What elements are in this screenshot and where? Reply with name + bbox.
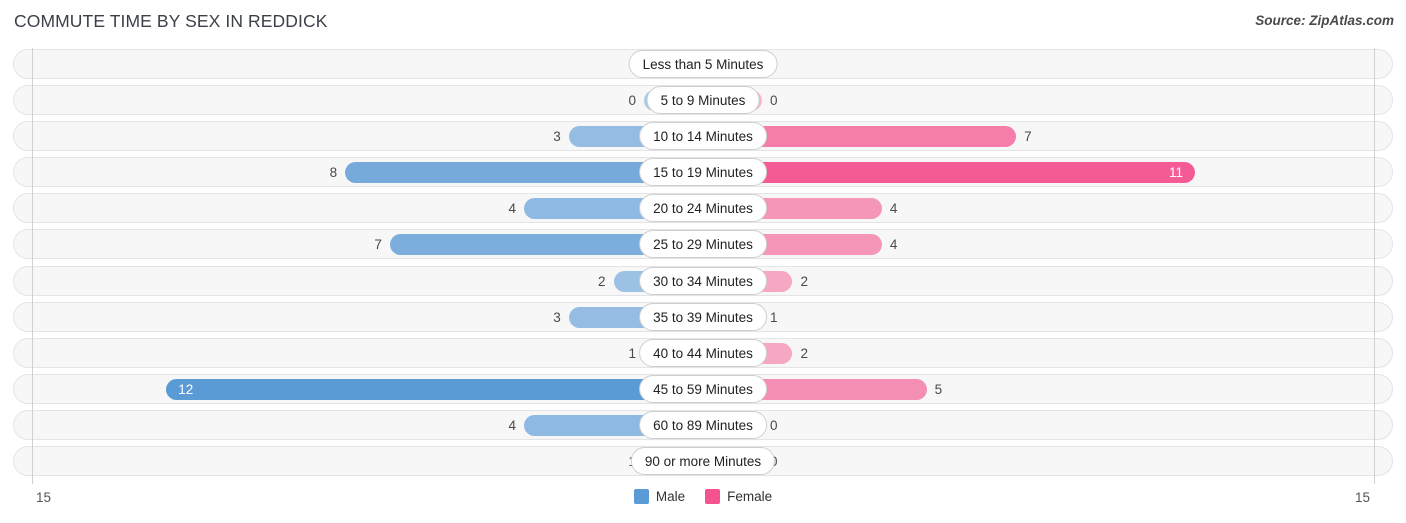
value-label-female: 4: [889, 201, 898, 217]
chart-row: 8 11 15 to 19 Minutes: [0, 154, 1406, 190]
category-label: 5 to 9 Minutes: [646, 86, 760, 115]
legend-swatch-female-icon: [705, 489, 721, 504]
value-label-female: 5: [934, 381, 943, 397]
value-label-male: 8: [329, 165, 338, 181]
legend-item-female[interactable]: Female: [705, 489, 772, 504]
chart-row: 3 1 35 to 39 Minutes: [0, 299, 1406, 335]
axis-line-left: [32, 48, 33, 484]
category-label: 20 to 24 Minutes: [639, 194, 767, 223]
category-label: 40 to 44 Minutes: [639, 338, 767, 367]
bar-male[interactable]: [166, 378, 703, 400]
category-label: 30 to 34 Minutes: [639, 266, 767, 295]
category-label: 10 to 14 Minutes: [639, 122, 767, 151]
value-label-male: 3: [553, 129, 561, 145]
legend-label-male: Male: [655, 489, 686, 504]
chart-row: 3 7 10 to 14 Minutes: [0, 118, 1406, 154]
value-label-male: 2: [598, 273, 606, 289]
page-title: COMMUTE TIME BY SEX IN REDDICK: [14, 11, 328, 31]
chart-row: 4 4 20 to 24 Minutes: [0, 190, 1406, 226]
category-label: 60 to 89 Minutes: [639, 410, 767, 439]
value-label-female: 11: [1169, 165, 1184, 181]
chart-row: 7 4 25 to 29 Minutes: [0, 226, 1406, 262]
chart-row: 12 5 45 to 59 Minutes: [0, 371, 1406, 407]
value-label-male: 1: [628, 345, 636, 361]
value-label-female: 1: [770, 309, 778, 325]
category-label: 45 to 59 Minutes: [639, 374, 767, 403]
chart-header: COMMUTE TIME BY SEX IN REDDICK Source: Z…: [0, 0, 1406, 46]
value-label-female: 4: [889, 237, 898, 253]
value-label-female: 7: [1024, 129, 1032, 145]
value-label-male: 3: [553, 309, 561, 325]
chart-row: 00Less than 5 Minutes: [0, 46, 1406, 82]
category-label: 25 to 29 Minutes: [639, 230, 767, 259]
axis-line-right: [1374, 48, 1375, 484]
legend-label-female: Female: [727, 489, 773, 504]
value-label-male: 0: [628, 93, 636, 109]
value-label-female: 0: [770, 451, 810, 472]
chart-row: 2 2 30 to 34 Minutes: [0, 263, 1406, 299]
chart-footer: 15 15 Male Female: [0, 486, 1406, 523]
category-label: Less than 5 Minutes: [628, 50, 778, 78]
category-label: 90 or more Minutes: [630, 447, 776, 476]
source-attribution: Source: ZipAtlas.com: [1255, 13, 1394, 28]
legend-item-male[interactable]: Male: [633, 489, 686, 504]
chart-legend: Male Female: [0, 489, 1406, 504]
value-label-male: 4: [508, 417, 517, 433]
chart-rows: 00Less than 5 Minutes005 to 9 Minutes371…: [0, 46, 1406, 479]
value-label-male: 4: [508, 201, 517, 217]
category-label: 35 to 39 Minutes: [639, 302, 767, 331]
category-label: 15 to 19 Minutes: [639, 158, 767, 187]
value-label-male: 7: [374, 237, 382, 253]
commute-time-chart: COMMUTE TIME BY SEX IN REDDICK Source: Z…: [0, 0, 1406, 523]
value-label-female: 0: [770, 417, 778, 433]
chart-row: 1090 or more Minutes: [0, 443, 1406, 479]
value-label-female: 2: [800, 273, 808, 289]
chart-row: 4 0 60 to 89 Minutes: [0, 407, 1406, 443]
chart-row: 1 2 40 to 44 Minutes: [0, 335, 1406, 371]
chart-row: 0 0 5 to 9 Minutes: [0, 82, 1406, 118]
legend-swatch-male-icon: [633, 489, 649, 504]
value-label-female: 0: [770, 93, 778, 109]
bar-female[interactable]: [703, 162, 1196, 184]
chart-plot-area: 00Less than 5 Minutes005 to 9 Minutes371…: [0, 46, 1406, 486]
value-label-male: 12: [178, 381, 194, 397]
value-label-female: 2: [800, 345, 808, 361]
